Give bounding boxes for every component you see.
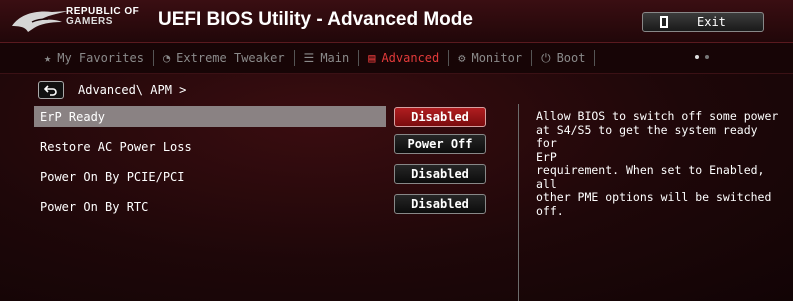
advanced-icon: ▤ — [368, 51, 376, 65]
panel-divider — [518, 104, 519, 301]
list-icon: ☰ — [303, 51, 315, 65]
tab-extreme-tweaker[interactable]: ◔ Extreme Tweaker — [163, 51, 285, 65]
setting-row-power-on-by-pcie[interactable]: Power On By PCIE/PCI Disabled — [34, 164, 514, 196]
help-panel-text: Allow BIOS to switch off some power at S… — [536, 109, 779, 218]
tab-monitor[interactable]: ⚙ Monitor — [458, 51, 522, 65]
page-indicator — [695, 55, 709, 59]
tab-boot[interactable]: ⏻ Boot — [541, 51, 585, 66]
page-dot[interactable] — [705, 55, 709, 59]
nav-bar: ★ My Favorites ◔ Extreme Tweaker ☰ Main … — [0, 43, 793, 74]
header-bar: REPUBLIC OF GAMERS UEFI BIOS Utility - A… — [0, 0, 793, 43]
setting-row-power-on-by-rtc[interactable]: Power On By RTC Disabled — [34, 194, 514, 226]
tab-main[interactable]: ☰ Main — [304, 51, 350, 65]
nav-tabs: ★ My Favorites ◔ Extreme Tweaker ☰ Main … — [44, 50, 604, 66]
exit-label: Exit — [697, 15, 726, 29]
tab-label: Monitor — [471, 51, 523, 65]
nav-separator — [594, 50, 596, 66]
tab-label: My Favorites — [57, 51, 144, 65]
power-icon: ⏻ — [541, 50, 551, 65]
setting-label: Power On By RTC — [40, 200, 149, 214]
nav-separator — [152, 50, 154, 66]
rog-logo — [12, 11, 68, 32]
setting-value-button[interactable]: Disabled — [394, 107, 486, 127]
settings-list: ErP Ready Disabled Restore AC Power Loss… — [34, 106, 514, 226]
exit-door-icon — [660, 16, 668, 28]
nav-separator — [448, 50, 450, 66]
tweaker-icon: ◔ — [162, 51, 171, 65]
setting-row-restore-ac-power-loss[interactable]: Restore AC Power Loss Power Off — [34, 134, 514, 166]
tab-label: Boot — [556, 51, 586, 65]
tab-my-favorites[interactable]: ★ My Favorites — [44, 51, 144, 65]
nav-separator — [531, 50, 533, 66]
tab-label: Main — [320, 51, 350, 65]
brand-text: REPUBLIC OF GAMERS — [66, 7, 139, 27]
setting-value-button[interactable]: Disabled — [394, 164, 486, 184]
back-arrow-icon — [44, 85, 57, 96]
monitor-icon: ⚙ — [458, 51, 466, 65]
tab-advanced[interactable]: ▤ Advanced — [368, 51, 439, 65]
setting-value-button[interactable]: Power Off — [394, 134, 486, 154]
bios-screen: REPUBLIC OF GAMERS UEFI BIOS Utility - A… — [0, 0, 793, 301]
tab-label: Advanced — [381, 51, 440, 65]
setting-value-button[interactable]: Disabled — [394, 194, 486, 214]
star-icon: ★ — [44, 51, 52, 65]
back-button[interactable] — [38, 81, 64, 99]
page-title: UEFI BIOS Utility - Advanced Mode — [158, 9, 473, 30]
setting-label: Power On By PCIE/PCI — [40, 170, 185, 184]
tab-label: Extreme Tweaker — [176, 51, 285, 65]
brand-line2: GAMERS — [66, 16, 113, 27]
nav-separator — [293, 50, 295, 66]
exit-button[interactable]: Exit — [642, 12, 764, 32]
nav-separator — [358, 50, 360, 66]
page-dot[interactable] — [695, 55, 699, 59]
breadcrumb: Advanced\ APM > — [78, 83, 187, 97]
setting-label: ErP Ready — [40, 110, 106, 124]
setting-row-erp-ready[interactable]: ErP Ready Disabled — [34, 106, 514, 136]
setting-label: Restore AC Power Loss — [40, 140, 192, 154]
